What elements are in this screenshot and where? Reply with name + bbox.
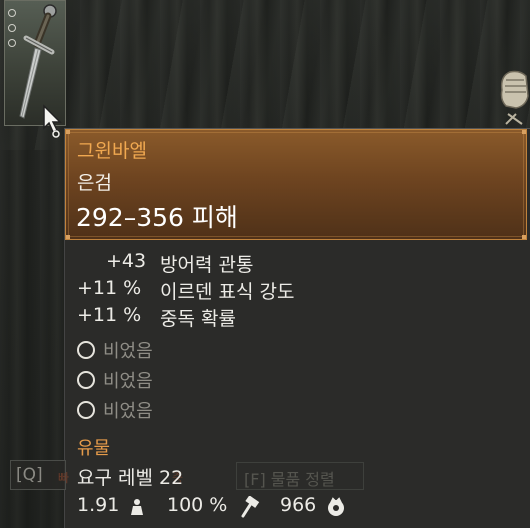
socket-ring-icon <box>77 371 95 389</box>
stat-value: +11 % <box>77 277 142 299</box>
hint-q-trailing: 빠 <box>58 471 70 485</box>
item-rarity: 유물 <box>77 438 111 459</box>
price-value: 966 <box>280 494 317 516</box>
item-type: 은검 <box>77 172 112 194</box>
weight-icon <box>131 499 143 515</box>
stat-label: 중독 확률 <box>160 308 236 330</box>
item-name: 그윈바엘 <box>77 140 147 162</box>
item-damage: 292–356 피해 <box>76 203 238 232</box>
hammer-icon <box>241 496 260 518</box>
socket-ring-icon <box>77 401 95 419</box>
hint-sort-label: [F] 물품 정렬 <box>244 470 335 489</box>
required-level: 요구 레벨 22 <box>77 467 184 489</box>
socket-label: 비었음 <box>103 371 153 392</box>
corner-ornament <box>66 130 70 134</box>
durability-value: 100 % <box>167 494 228 516</box>
hint-q-key: [Q] <box>16 465 43 485</box>
stat-value: +43 <box>106 250 147 272</box>
socket-label: 비었음 <box>103 341 153 362</box>
stat-label: 이르덴 표식 강도 <box>160 281 295 303</box>
coin-pouch-icon <box>328 497 344 516</box>
gauntlet-icon <box>500 70 529 125</box>
corner-ornament <box>66 235 70 239</box>
socket-label: 비었음 <box>103 401 153 422</box>
stat-label: 방어력 관통 <box>160 254 254 276</box>
corner-ornament <box>522 130 526 134</box>
weight-value: 1.91 <box>77 494 120 516</box>
mouse-cursor-icon <box>43 104 62 138</box>
corner-ornament <box>522 235 526 239</box>
socket-ring-icon <box>77 341 95 359</box>
stat-value: +11 % <box>77 304 142 326</box>
